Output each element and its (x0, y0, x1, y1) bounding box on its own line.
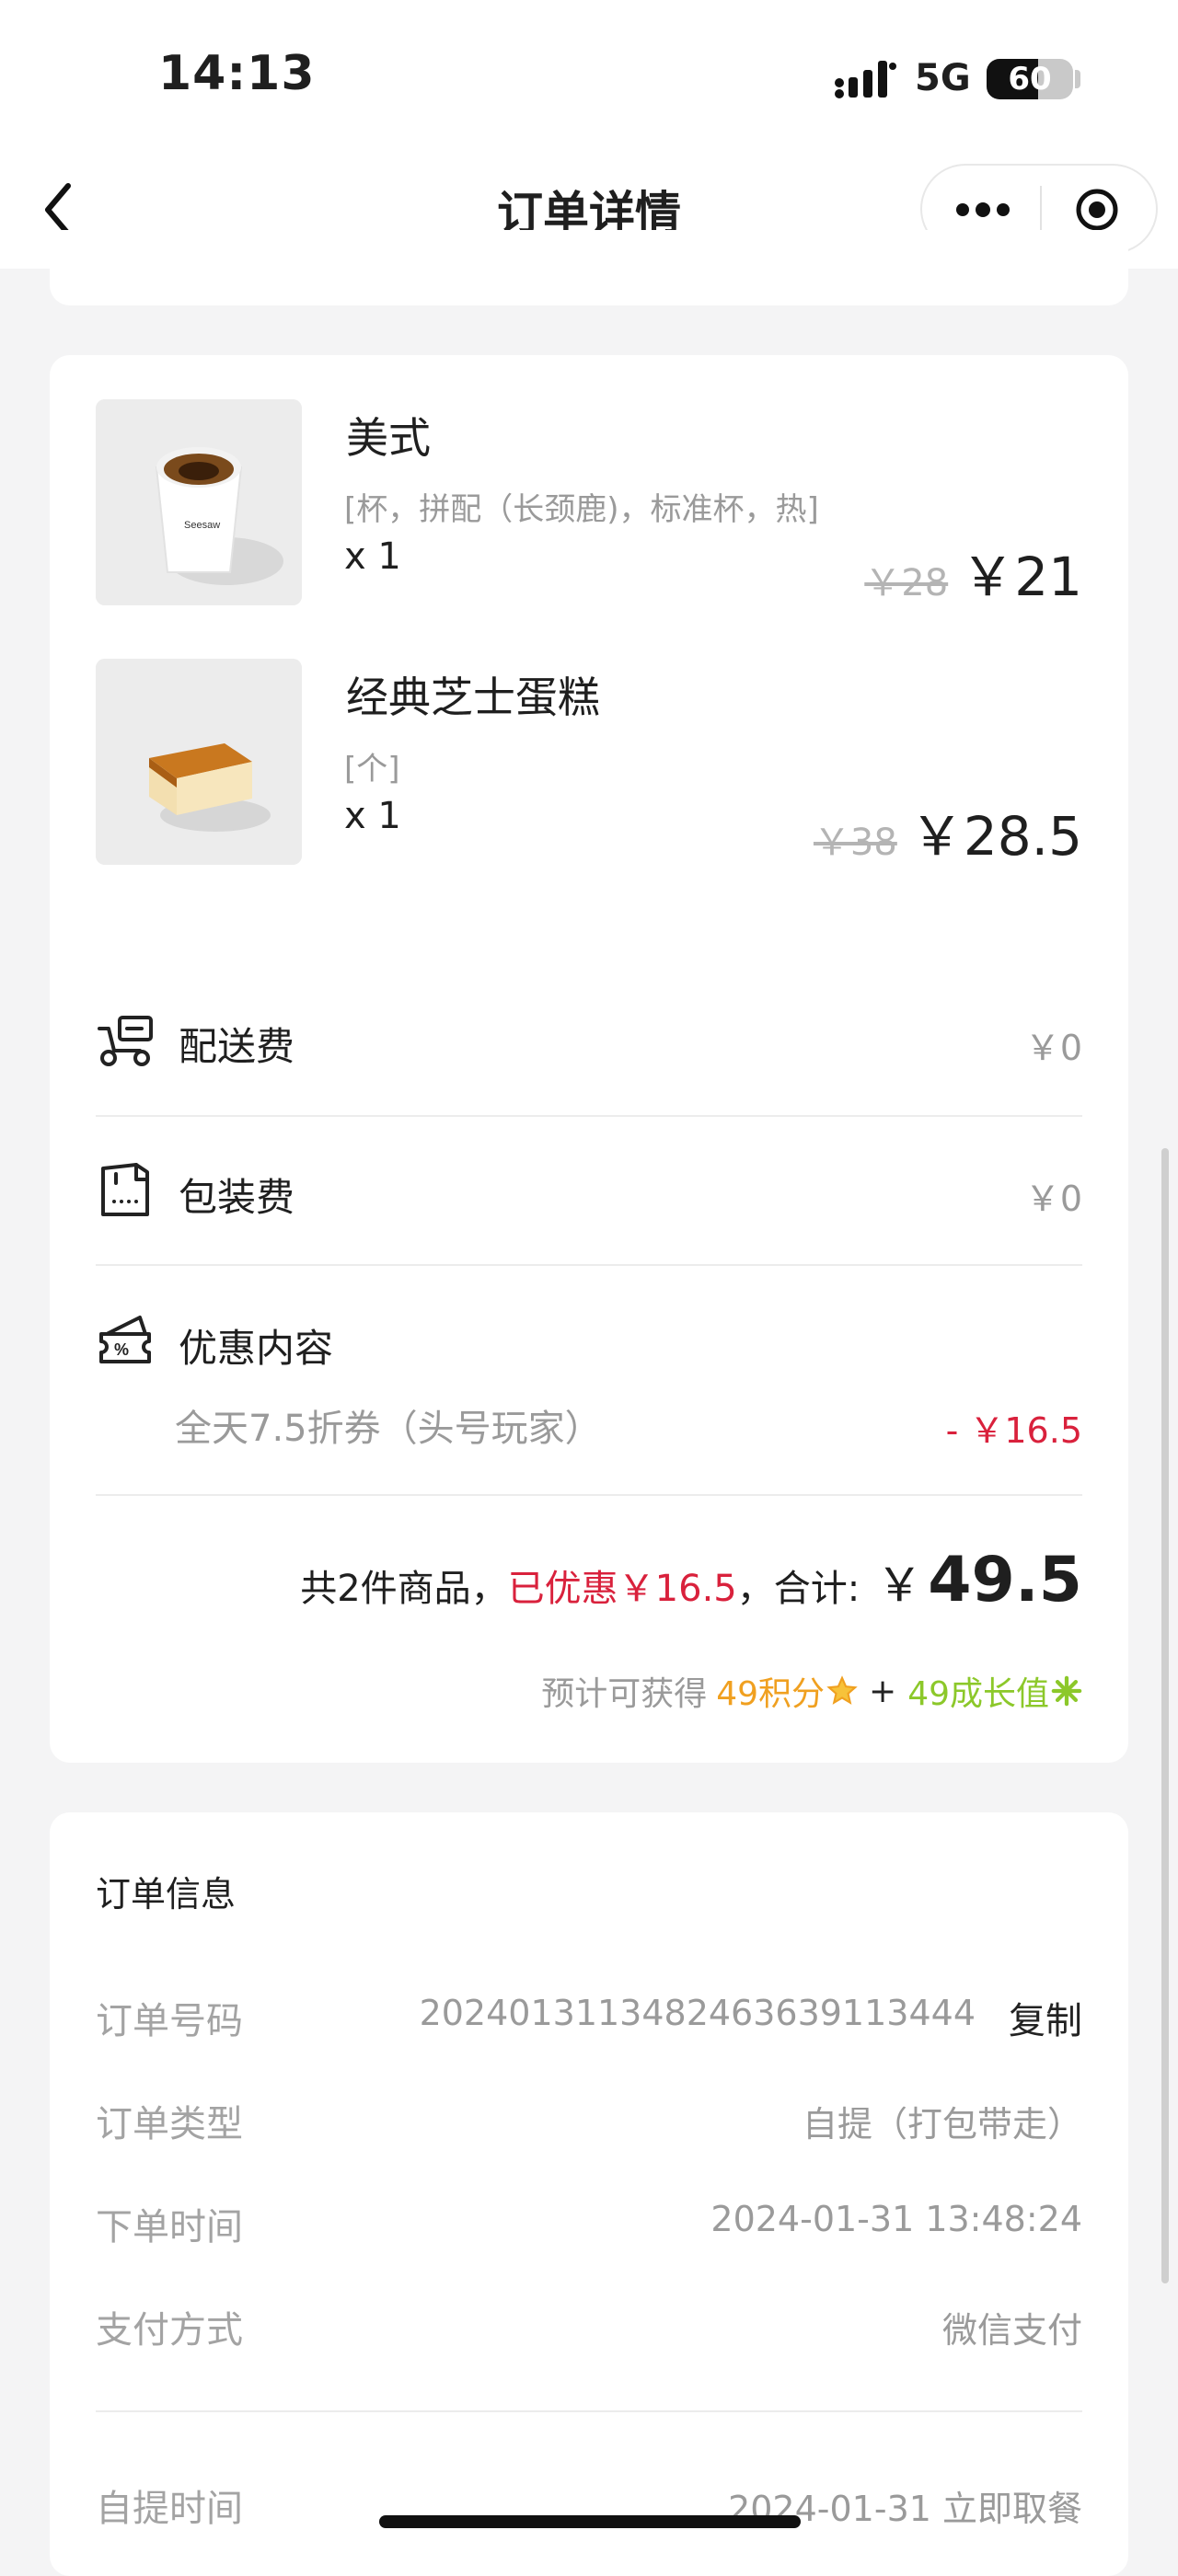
product-name: 经典芝士蛋糕 (346, 673, 600, 722)
divider (96, 2410, 1082, 2412)
cheesecake-icon (96, 659, 302, 865)
signal-icon (835, 61, 896, 98)
close-target-icon[interactable] (1075, 188, 1119, 232)
battery-level: 60 (1008, 61, 1052, 98)
pickup-time-label: 自提时间 (96, 2488, 243, 2530)
discounted-amount: 已优惠￥16.5 (507, 1568, 737, 1610)
payment-method-value: 微信支付 (941, 2310, 1082, 2351)
previous-card (50, 230, 1128, 305)
total-amount: 49.5 (928, 1544, 1082, 1616)
product-qty: x 1 (344, 795, 401, 837)
order-time-value: 2024-01-31 13:48:24 (710, 2199, 1082, 2239)
points-reward: 49积分 (716, 1675, 826, 1713)
original-price: ￥38 (813, 822, 897, 864)
discount-item: 全天7.5折券（头号玩家） (175, 1408, 602, 1450)
sparkle-icon (1051, 1675, 1082, 1707)
order-summary: 共2件商品， 已优惠￥16.5 ，合计: ￥ 49.5 (300, 1544, 1082, 1616)
delivery-fee-value: ￥0 (1024, 1028, 1082, 1068)
copy-button[interactable]: 复制 (1009, 1991, 1082, 2044)
order-type-label: 订单类型 (96, 2103, 243, 2145)
coffee-cup-icon: Seesaw (96, 399, 302, 605)
network-type: 5G (915, 57, 971, 99)
payment-method-label: 支付方式 (96, 2309, 243, 2352)
product-price-group: ￥38 ￥28.5 (814, 793, 1082, 870)
discount-value: - ￥16.5 (945, 1410, 1082, 1451)
svg-text:%: % (114, 1340, 129, 1359)
delivery-fee-label: 配送费 (179, 1024, 295, 1069)
product-spec: [个] (344, 751, 400, 788)
star-icon (826, 1675, 858, 1705)
product-image[interactable]: Seesaw (96, 399, 302, 605)
packing-fee-value: ￥0 (1024, 1179, 1082, 1219)
coupon-icon: % (99, 1316, 151, 1363)
product-qty: x 1 (344, 535, 401, 578)
status-time: 14:13 (158, 46, 316, 101)
rewards-line: 预计可获得 49积分 + 49成长值 (541, 1667, 1082, 1715)
capsule-divider (1040, 186, 1042, 234)
battery-icon: 60 (987, 59, 1073, 99)
total-currency: ￥ (876, 1558, 923, 1612)
discount-label: 优惠内容 (179, 1326, 334, 1371)
reward-plus: + (869, 1672, 897, 1710)
divider (96, 1115, 1082, 1117)
original-price: ￥28 (864, 562, 949, 604)
divider (96, 1264, 1082, 1266)
delivery-scooter-icon (98, 1016, 153, 1066)
home-indicator[interactable] (379, 2515, 801, 2528)
product-spec: [杯，拼配（长颈鹿)，标准杯，热] (344, 491, 819, 528)
item-count: 共2件商品， (300, 1568, 508, 1610)
product-name: 美式 (346, 413, 431, 463)
product-price: ￥21 (961, 546, 1082, 608)
divider (96, 1494, 1082, 1496)
order-type-value: 自提（打包带走） (802, 2104, 1082, 2145)
order-number-label: 订单号码 (96, 2000, 243, 2042)
scrollbar[interactable] (1161, 1148, 1169, 2283)
more-icon[interactable] (955, 199, 1011, 221)
reward-prefix: 预计可获得 (541, 1675, 708, 1713)
package-bag-icon (101, 1163, 149, 1216)
svg-text:Seesaw: Seesaw (184, 520, 220, 531)
growth-reward: 49成长值 (907, 1675, 1049, 1713)
total-label: ，合计: (736, 1568, 860, 1610)
product-price-group: ￥28 ￥21 (864, 534, 1082, 611)
battery-nub (1075, 70, 1080, 88)
product-image[interactable] (96, 659, 302, 865)
packing-fee-label: 包装费 (179, 1175, 295, 1220)
order-info-card (50, 1812, 1128, 2576)
order-info-title: 订单信息 (96, 1874, 237, 1915)
product-price: ￥28.5 (909, 805, 1082, 868)
order-time-label: 下单时间 (96, 2206, 243, 2248)
order-number-value: 2024013113482463639113444 (419, 1993, 976, 2033)
